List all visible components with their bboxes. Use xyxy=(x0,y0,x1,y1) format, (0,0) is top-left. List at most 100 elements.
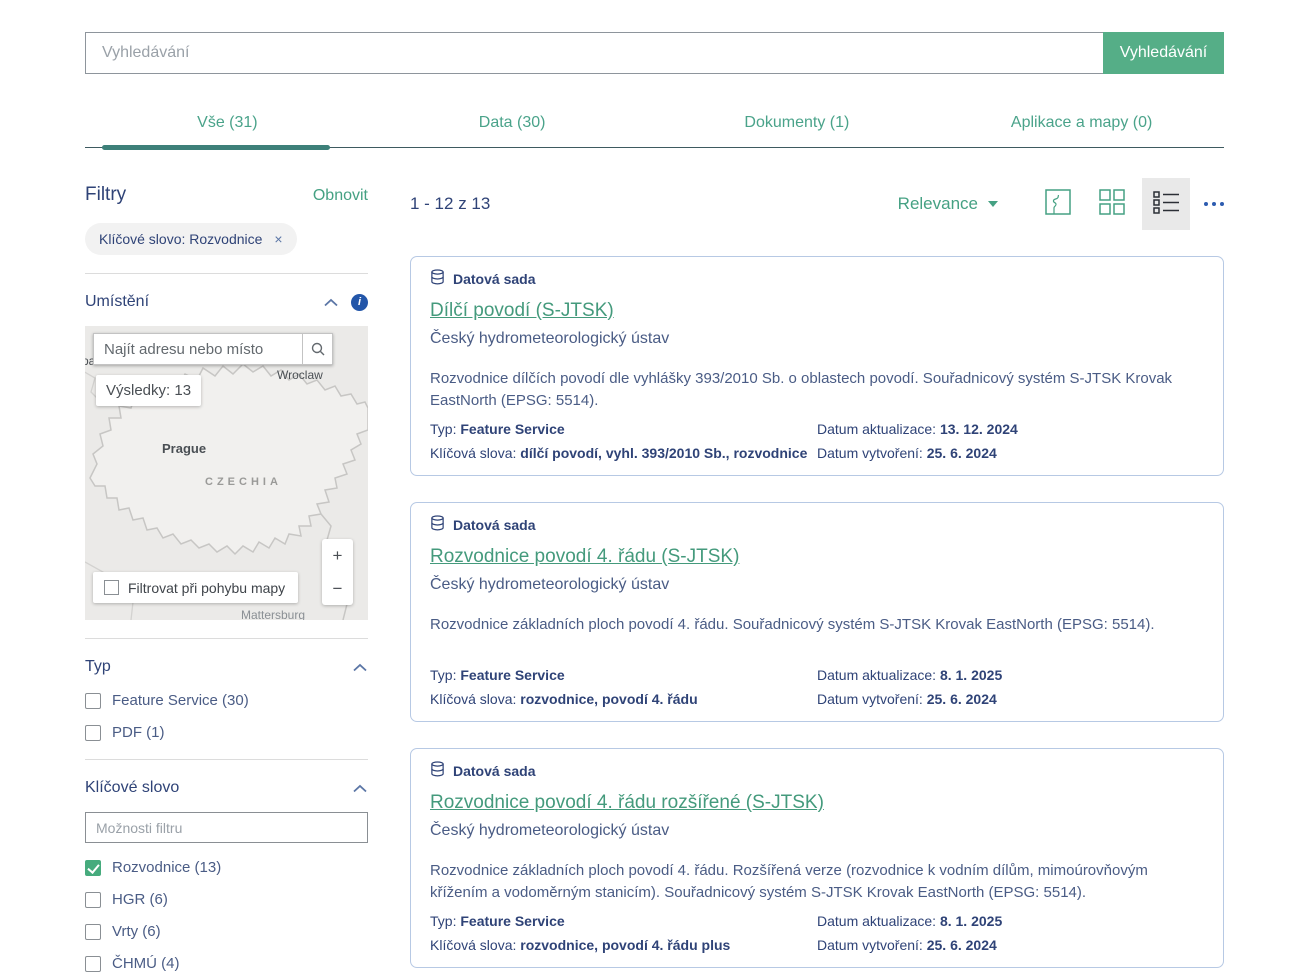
meta-type-label: Typ: xyxy=(430,913,456,929)
map-view-icon xyxy=(1045,189,1071,220)
page-content: Vyhledávání Vše (31) Data (30) Dokumenty… xyxy=(85,0,1224,972)
checkbox[interactable] xyxy=(85,693,101,709)
caret-down-icon xyxy=(988,201,998,207)
filter-option-hgr[interactable]: HGR (6) xyxy=(85,891,368,908)
divider xyxy=(85,638,368,639)
location-map[interactable]: pa Wroclaw Prague CZECHIA Mattersburg Vý… xyxy=(85,326,368,620)
filter-option-label: Vrty (6) xyxy=(112,923,161,940)
keyword-section-title: Klíčové slovo xyxy=(85,779,352,797)
filter-option-label: ČHMÚ (4) xyxy=(112,955,180,972)
filter-option-rozvodnice[interactable]: Rozvodnice (13) xyxy=(85,859,368,876)
filter-chip-label: Klíčové slovo: Rozvodnice xyxy=(99,231,262,247)
divider xyxy=(85,759,368,760)
database-icon xyxy=(430,515,445,534)
grid-view-button[interactable] xyxy=(1088,178,1136,230)
result-card: Datová sada Rozvodnice povodí 4. řádu (S… xyxy=(410,502,1224,722)
item-type-badge: Datová sada xyxy=(453,763,535,779)
meta-created-label: Datum vytvoření: xyxy=(817,937,923,953)
result-title-link[interactable]: Dílčí povodí (S-JTSK) xyxy=(430,300,614,322)
map-address-search xyxy=(93,333,333,365)
map-view-button[interactable] xyxy=(1034,178,1082,230)
divider xyxy=(85,273,368,274)
meta-updated-label: Datum aktualizace: xyxy=(817,667,936,683)
meta-updated-value: 13. 12. 2024 xyxy=(940,421,1018,437)
info-icon[interactable]: i xyxy=(351,294,368,311)
result-description: Rozvodnice základních ploch povodí 4. řá… xyxy=(430,860,1204,913)
grid-view-icon xyxy=(1099,189,1125,220)
type-section-title: Typ xyxy=(85,658,352,676)
filter-option-feature-service[interactable]: Feature Service (30) xyxy=(85,692,368,709)
map-move-filter[interactable]: Filtrovat při pohybu mapy xyxy=(93,572,298,603)
checkbox-checked[interactable] xyxy=(85,860,101,876)
chip-close-icon[interactable]: × xyxy=(274,231,282,247)
map-label-country: CZECHIA xyxy=(205,476,282,488)
chevron-up-icon[interactable] xyxy=(323,298,339,307)
checkbox[interactable] xyxy=(85,725,101,741)
filter-option-vrty[interactable]: Vrty (6) xyxy=(85,923,368,940)
filter-chip-keyword[interactable]: Klíčové slovo: Rozvodnice × xyxy=(85,223,297,255)
search-icon[interactable] xyxy=(302,333,333,365)
meta-keywords-label: Klíčová slova: xyxy=(430,445,516,461)
meta-updated-label: Datum aktualizace: xyxy=(817,421,936,437)
tab-documents[interactable]: Dokumenty (1) xyxy=(655,102,940,147)
search-bar: Vyhledávání xyxy=(85,32,1224,74)
meta-type-label: Typ: xyxy=(430,667,456,683)
map-move-filter-label: Filtrovat při pohybu mapy xyxy=(128,580,285,596)
search-button[interactable]: Vyhledávání xyxy=(1103,32,1224,74)
filter-option-label: PDF (1) xyxy=(112,724,165,741)
result-title-link[interactable]: Rozvodnice povodí 4. řádu (S-JTSK) xyxy=(430,546,739,568)
zoom-in-button[interactable]: + xyxy=(322,539,353,572)
meta-keywords-label: Klíčová slova: xyxy=(430,691,516,707)
chevron-up-icon[interactable] xyxy=(352,663,368,672)
meta-updated-value: 8. 1. 2025 xyxy=(940,913,1002,929)
map-label-wroclaw: Wroclaw xyxy=(277,368,323,382)
tab-apps-maps[interactable]: Aplikace a mapy (0) xyxy=(939,102,1224,147)
map-move-filter-checkbox[interactable] xyxy=(104,580,119,595)
checkbox[interactable] xyxy=(85,924,101,940)
map-label-mattersburg: Mattersburg xyxy=(241,608,305,620)
result-title-link[interactable]: Rozvodnice povodí 4. řádu rozšířené (S-J… xyxy=(430,792,824,814)
keyword-filter-input[interactable] xyxy=(85,812,368,843)
list-view-icon xyxy=(1152,189,1180,220)
tab-data[interactable]: Data (30) xyxy=(370,102,655,147)
results-panel: 1 - 12 z 13 Relevance xyxy=(410,178,1224,972)
search-input[interactable] xyxy=(85,32,1103,74)
meta-type-value: Feature Service xyxy=(460,913,564,929)
meta-keywords-value: rozvodnice, povodí 4. řádu xyxy=(520,691,697,707)
filter-option-label: HGR (6) xyxy=(112,891,168,908)
meta-created-label: Datum vytvoření: xyxy=(817,691,923,707)
meta-type-value: Feature Service xyxy=(460,667,564,683)
filters-sidebar: Filtry Obnovit Klíčové slovo: Rozvodnice… xyxy=(85,178,368,972)
meta-keywords-value: rozvodnice, povodí 4. řádu plus xyxy=(520,937,730,953)
tab-all[interactable]: Vše (31) xyxy=(85,102,370,147)
result-meta: Typ: Feature Service Datum aktualizace: … xyxy=(430,667,1204,707)
zoom-out-button[interactable]: − xyxy=(322,572,353,605)
meta-created-value: 25. 6. 2024 xyxy=(927,691,997,707)
map-address-input[interactable] xyxy=(93,333,302,365)
filter-option-pdf[interactable]: PDF (1) xyxy=(85,724,368,741)
results-count: 1 - 12 z 13 xyxy=(410,194,490,214)
meta-type-label: Typ: xyxy=(430,421,456,437)
meta-keywords-value: dílčí povodí, vyhl. 393/2010 Sb., rozvod… xyxy=(520,445,807,461)
sort-dropdown[interactable]: Relevance xyxy=(898,194,998,214)
checkbox[interactable] xyxy=(85,892,101,908)
sort-label: Relevance xyxy=(898,194,978,214)
filter-option-chmu[interactable]: ČHMÚ (4) xyxy=(85,955,368,972)
result-card: Datová sada Dílčí povodí (S-JTSK) Český … xyxy=(410,256,1224,476)
meta-created-value: 25. 6. 2024 xyxy=(927,445,997,461)
database-icon xyxy=(430,761,445,780)
filters-reset-link[interactable]: Obnovit xyxy=(313,187,368,205)
meta-updated-label: Datum aktualizace: xyxy=(817,913,936,929)
more-options-icon[interactable] xyxy=(1204,202,1224,206)
database-icon xyxy=(430,269,445,288)
map-label-prague: Prague xyxy=(162,441,206,456)
result-owner: Český hydrometeorologický ústav xyxy=(430,822,1204,840)
filter-option-label: Rozvodnice (13) xyxy=(112,859,221,876)
result-meta: Typ: Feature Service Datum aktualizace: … xyxy=(430,421,1204,461)
filters-title: Filtry xyxy=(85,184,126,206)
list-view-button[interactable] xyxy=(1142,178,1190,230)
checkbox[interactable] xyxy=(85,956,101,972)
result-tabs: Vše (31) Data (30) Dokumenty (1) Aplikac… xyxy=(85,102,1224,148)
chevron-up-icon[interactable] xyxy=(352,784,368,793)
item-type-badge: Datová sada xyxy=(453,271,535,287)
